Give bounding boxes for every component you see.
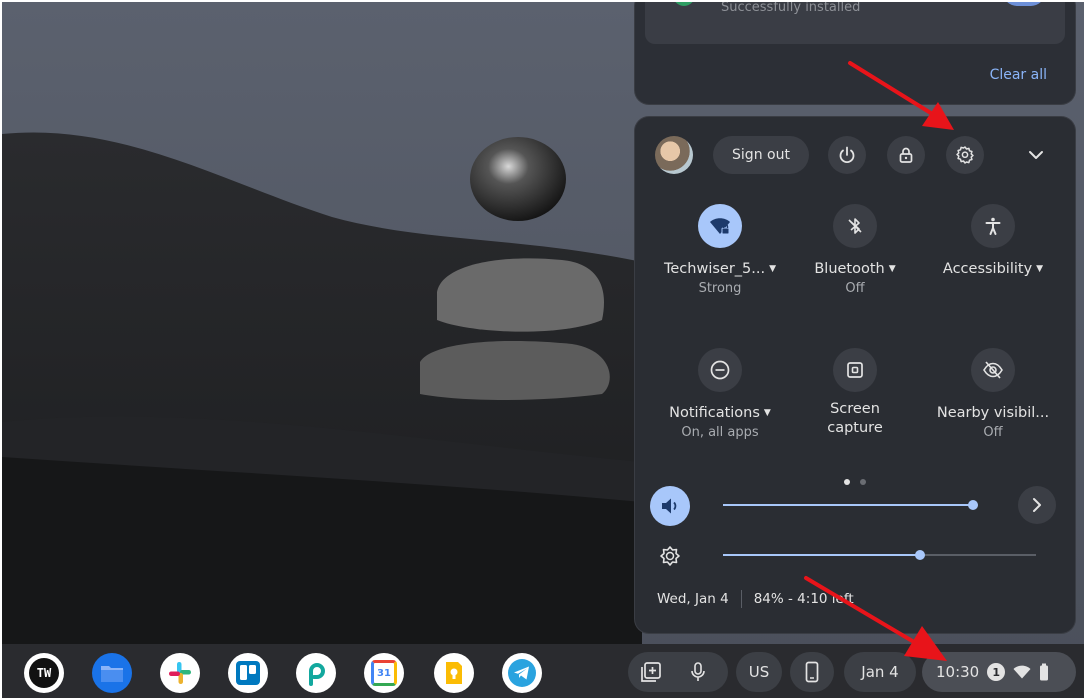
wifi-toggle[interactable] — [698, 204, 742, 248]
input-method-button[interactable]: US — [736, 652, 782, 692]
power-icon — [839, 146, 855, 164]
microphone-icon[interactable] — [690, 661, 706, 683]
phone-hub-button[interactable] — [790, 652, 834, 692]
accessibility-toggle[interactable] — [971, 204, 1015, 248]
power-button[interactable] — [828, 136, 866, 174]
tile-wifi[interactable]: Techwiser_5... ▼ Strong — [650, 204, 790, 296]
tile-sublabel: Off — [845, 281, 865, 296]
calendar-app[interactable]: 31 — [364, 653, 404, 693]
notification-status-text: Successfully installed — [721, 2, 861, 15]
tile-label-line2: capture — [827, 420, 883, 436]
date-tray-button[interactable]: Jan 4 — [844, 652, 916, 692]
caret-down-icon: ▼ — [769, 264, 777, 274]
picsart-app[interactable] — [296, 653, 336, 693]
bluetooth-toggle[interactable] — [833, 204, 877, 248]
capture-add-icon[interactable] — [640, 661, 662, 683]
volume-mute-button[interactable] — [650, 486, 690, 526]
slack-app[interactable] — [160, 653, 200, 693]
tile-sublabel: Off — [983, 425, 1003, 440]
sign-out-button[interactable]: Sign out — [713, 136, 809, 174]
tile-label: Bluetooth ▼ — [814, 261, 896, 277]
tile-label: Nearby visibil... — [936, 405, 1050, 421]
app-status-icon — [673, 2, 695, 6]
caret-down-icon: ▼ — [763, 408, 771, 418]
slack-icon — [169, 662, 191, 684]
accessibility-icon — [985, 217, 1001, 235]
notification-card[interactable]: Successfully installed — [645, 2, 1065, 44]
notifications-icon — [710, 360, 730, 380]
status-footer: Wed, Jan 4 84% - 4:10 left — [657, 590, 854, 608]
battery-icon — [1040, 663, 1049, 681]
screen-capture-toggle[interactable] — [833, 348, 877, 392]
volume-slider[interactable] — [723, 500, 978, 510]
caret-down-icon: ▼ — [888, 264, 896, 274]
tile-notifications[interactable]: Notifications ▼ On, all apps — [650, 348, 790, 440]
brightness-slider-fill — [723, 554, 921, 556]
tile-label: Screen — [830, 401, 880, 417]
avatar[interactable] — [655, 136, 693, 174]
chevron-right-icon — [1033, 498, 1041, 512]
chevron-down-icon — [1029, 151, 1043, 159]
collapse-button[interactable] — [1025, 144, 1047, 166]
phone-icon — [805, 661, 819, 683]
telegram-app[interactable] — [502, 653, 542, 693]
lock-icon — [899, 147, 913, 163]
volume-slider-knob[interactable] — [967, 500, 978, 510]
screen-capture-icon — [847, 362, 863, 378]
tile-sublabel: On, all apps — [681, 425, 759, 440]
date-label[interactable]: Wed, Jan 4 — [657, 591, 729, 607]
keep-icon — [446, 662, 462, 684]
bluetooth-icon — [848, 218, 862, 234]
notifications-toggle[interactable] — [698, 348, 742, 392]
telegram-icon — [508, 659, 536, 687]
techwiser-app[interactable]: TW — [24, 653, 64, 693]
page-dot-active[interactable] — [844, 479, 850, 485]
notification-count-badge: 1 — [987, 663, 1006, 681]
divider — [740, 590, 742, 608]
battery-label[interactable]: 84% - 4:10 left — [754, 591, 854, 607]
tile-screen-capture[interactable]: Screen capture — [785, 348, 925, 436]
notification-panel: Successfully installed Clear all — [635, 2, 1075, 104]
shelf: TW 31 US Jan 4 10:30 1 — [2, 644, 1084, 698]
wifi-icon — [1013, 665, 1031, 679]
files-icon — [101, 666, 123, 682]
trello-icon — [236, 661, 260, 685]
gear-icon — [956, 146, 974, 164]
chromeos-desktop: Successfully installed Clear all Sign ou… — [2, 2, 1084, 698]
techwiser-icon: TW — [29, 658, 59, 688]
trello-app[interactable] — [228, 653, 268, 693]
tile-sublabel: Strong — [698, 281, 742, 296]
tile-label: Techwiser_5... ▼ — [663, 261, 777, 277]
tile-nearby-visibility[interactable]: Nearby visibil... Off — [923, 348, 1063, 440]
wifi-lock-icon — [710, 218, 730, 235]
tile-accessibility[interactable]: Accessibility ▼ — [923, 204, 1063, 277]
brightness-icon — [655, 541, 685, 571]
tile-bluetooth[interactable]: Bluetooth ▼ Off — [785, 204, 925, 296]
tile-label: Accessibility ▼ — [942, 261, 1044, 277]
notification-action-icon[interactable] — [1003, 2, 1045, 6]
page-dot[interactable] — [860, 479, 866, 485]
keep-app[interactable] — [434, 653, 474, 693]
nearby-visibility-icon — [983, 361, 1003, 379]
page-indicator — [839, 470, 871, 489]
caret-down-icon: ▼ — [1036, 264, 1044, 274]
volume-slider-fill — [723, 504, 973, 506]
audio-settings-button[interactable] — [1018, 486, 1056, 524]
clock-time: 10:30 — [936, 663, 980, 681]
settings-button[interactable] — [946, 136, 984, 174]
nearby-visibility-toggle[interactable] — [971, 348, 1015, 392]
status-area-button[interactable]: 10:30 1 — [922, 652, 1076, 692]
calendar-icon: 31 — [371, 660, 397, 686]
volume-icon — [662, 498, 677, 514]
clear-all-button[interactable]: Clear all — [990, 67, 1047, 83]
tray-tools — [628, 652, 728, 692]
lock-button[interactable] — [887, 136, 925, 174]
files-app[interactable] — [92, 653, 132, 693]
brightness-slider[interactable] — [723, 550, 1036, 560]
brightness-slider-knob[interactable] — [915, 550, 926, 560]
picsart-icon — [309, 663, 325, 686]
quick-settings-panel: Sign out Techwiser_5... ▼ Strong Bluetoo… — [635, 117, 1075, 633]
tile-label: Notifications ▼ — [669, 405, 771, 421]
